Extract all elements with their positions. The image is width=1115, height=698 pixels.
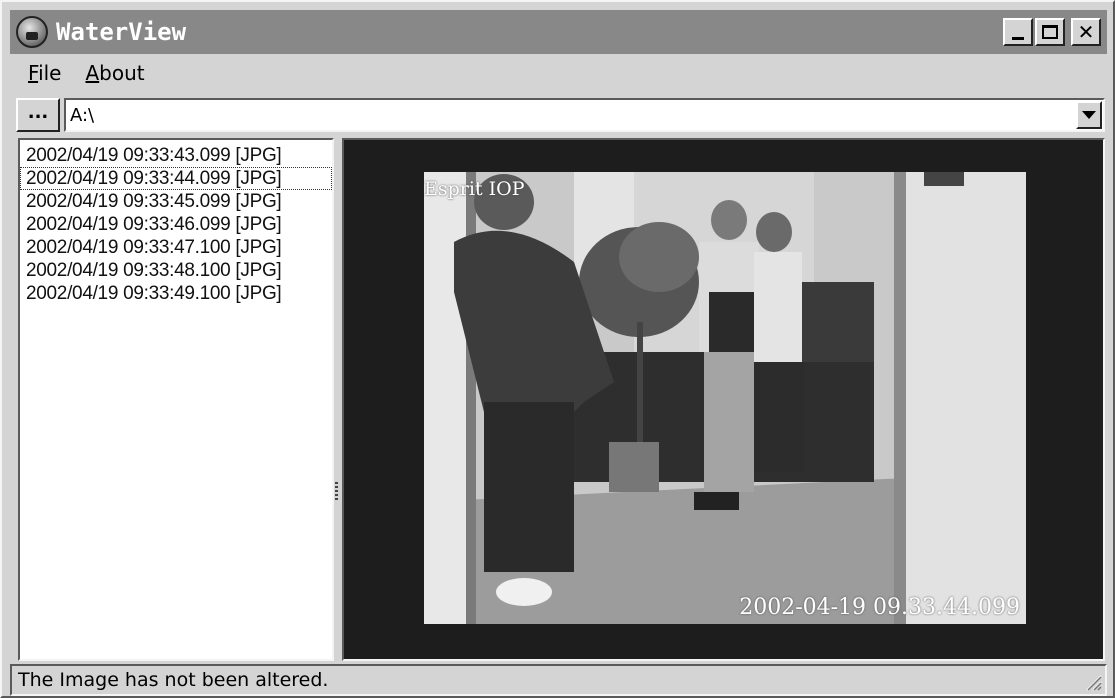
file-list-item[interactable]: 2002/04/19 09:33:48.100 [JPG] <box>20 259 332 282</box>
file-list-item[interactable]: 2002/04/19 09:33:47.100 [JPG] <box>20 236 332 259</box>
photo-scene <box>424 172 1026 624</box>
menu-file-label: ile <box>38 61 62 85</box>
menu-file[interactable]: File <box>12 61 69 85</box>
surveillance-photo: Esprit IOP 2002-04-19 09.33.44.099 <box>424 172 1026 624</box>
path-combobox[interactable]: A:\ <box>64 98 1105 132</box>
window-controls: ✕ <box>1003 18 1101 46</box>
menu-bar: File About <box>12 58 153 88</box>
status-bar: The Image has not been altered. <box>10 664 1107 696</box>
file-list-item[interactable]: 2002/04/19 09:33:46.099 [JPG] <box>20 213 332 236</box>
path-value[interactable]: A:\ <box>66 105 1076 126</box>
path-dropdown-button[interactable] <box>1076 101 1102 129</box>
app-camera-icon[interactable] <box>16 16 48 48</box>
file-list-item-focused[interactable]: 2002/04/19 09:33:44.099 [JPG] <box>20 167 332 190</box>
file-list-item[interactable]: 2002/04/19 09:33:49.100 [JPG] <box>20 282 332 305</box>
menu-about-mnemonic: A <box>85 61 100 85</box>
photo-timestamp: 2002-04-19 09.33.44.099 <box>739 595 1020 620</box>
file-list-item[interactable]: 2002/04/19 09:33:45.099 [JPG] <box>20 190 332 213</box>
minimize-icon <box>1012 36 1024 40</box>
menu-file-mnemonic: F <box>28 61 39 85</box>
main-window: WaterView ✕ File About ... A:\ 2002/04/1… <box>0 0 1115 698</box>
menu-about-label: bout <box>99 61 145 85</box>
status-text: The Image has not been altered. <box>18 669 329 691</box>
close-icon: ✕ <box>1077 20 1095 44</box>
browse-button[interactable]: ... <box>16 98 60 132</box>
minimize-button[interactable] <box>1003 18 1033 46</box>
chevron-down-icon <box>1082 111 1096 119</box>
window-title: WaterView <box>56 18 187 46</box>
file-list[interactable]: 2002/04/19 09:33:43.099 [JPG] 2002/04/19… <box>18 138 334 661</box>
splitter-grip-icon <box>335 482 338 502</box>
maximize-button[interactable] <box>1035 18 1065 46</box>
close-button[interactable]: ✕ <box>1071 18 1101 46</box>
maximize-icon <box>1042 25 1058 39</box>
pane-splitter[interactable] <box>334 138 340 661</box>
menu-about[interactable]: About <box>69 61 152 85</box>
title-bar[interactable]: WaterView ✕ <box>10 10 1107 54</box>
file-list-item[interactable]: 2002/04/19 09:33:43.099 [JPG] <box>20 144 332 167</box>
camera-label: Esprit IOP <box>424 178 525 200</box>
resize-grip-icon[interactable] <box>1083 672 1103 692</box>
image-viewer: Esprit IOP 2002-04-19 09.33.44.099 <box>342 138 1105 661</box>
